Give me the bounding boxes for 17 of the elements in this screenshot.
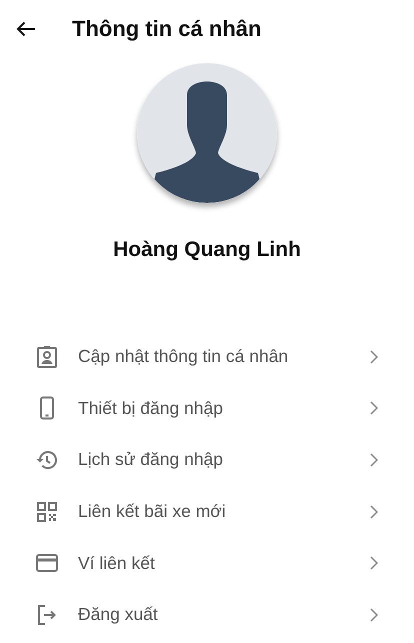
- profile-name: Hoàng Quang Linh: [112, 237, 302, 263]
- menu-item[interactable]: Đăng xuất: [0, 588, 414, 641]
- chevron-right-icon: [370, 556, 378, 570]
- chevron-right-icon: [370, 452, 378, 467]
- chevron-right-icon: [370, 401, 378, 416]
- menu-item[interactable]: Ví liên kết: [0, 537, 414, 589]
- qr-code-icon: [35, 500, 59, 524]
- menu-item[interactable]: Cập nhật thông tin cá nhân: [0, 331, 414, 383]
- menu-item[interactable]: Lịch sử đăng nhập: [0, 434, 414, 486]
- chevron-right-icon: [370, 608, 378, 622]
- menu-item[interactable]: Thiết bị đăng nhập: [0, 382, 414, 434]
- avatar-icon: [137, 63, 277, 203]
- screen-title: Thông tin cá nhân: [72, 16, 262, 42]
- chevron-right-icon: [370, 350, 378, 364]
- badge-icon: [35, 344, 59, 369]
- chevron-right-icon: [370, 504, 378, 519]
- menu-item[interactable]: Liên kết bãi xe mới: [0, 486, 414, 538]
